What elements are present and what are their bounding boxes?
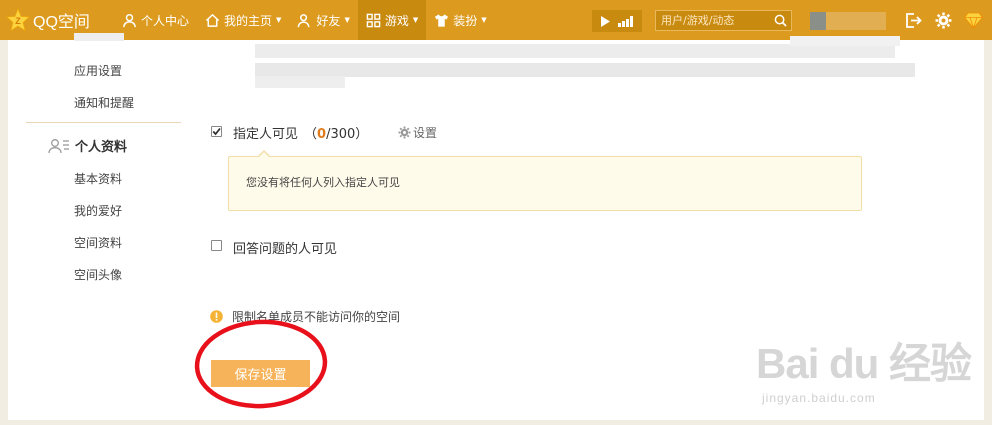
- save-settings-button[interactable]: 保存设置: [211, 360, 310, 387]
- nav-label: 我的主页: [224, 13, 273, 28]
- warning-icon: [210, 310, 223, 323]
- nav-decorate[interactable]: 装扮 ▼: [426, 0, 494, 40]
- count-value: 0: [317, 127, 327, 142]
- profile-card-icon: [48, 138, 69, 153]
- notice-arrow-inner: [259, 152, 269, 157]
- friends-icon: [298, 13, 310, 27]
- gear-icon[interactable]: [935, 12, 952, 29]
- sidebar-item-space-avatar[interactable]: 空间头像: [74, 266, 122, 283]
- blurred-text: [255, 76, 345, 88]
- nav-label: 游戏: [384, 13, 409, 28]
- nav-personal-center[interactable]: 个人中心: [114, 0, 197, 40]
- sidebar-item-space-info[interactable]: 空间资料: [74, 234, 122, 251]
- star-logo-icon: Z: [6, 8, 30, 32]
- svg-text:Z: Z: [15, 16, 21, 26]
- diamond-icon[interactable]: [964, 12, 983, 29]
- home-icon: [205, 13, 220, 27]
- nav-my-home[interactable]: 我的主页 ▼: [197, 0, 289, 40]
- settings-link-label: 设置: [413, 126, 438, 140]
- search-box: [655, 10, 792, 31]
- count-paren-open: （: [304, 127, 318, 142]
- count-paren-close: ）: [355, 127, 369, 142]
- nav-friends[interactable]: 好友 ▼: [289, 0, 357, 40]
- blurred-text: [255, 63, 915, 77]
- nav-label: 好友: [316, 13, 341, 28]
- avatar[interactable]: [810, 12, 826, 30]
- logout-icon[interactable]: [905, 12, 922, 29]
- sidebar-item-clipped[interactable]: [74, 33, 124, 41]
- nav-label: 个人中心: [141, 13, 190, 28]
- chevron-down-icon: ▼: [412, 16, 419, 24]
- sidebar-item-app-settings[interactable]: 应用设置: [74, 62, 122, 79]
- blurred-text: [255, 44, 895, 58]
- chevron-down-icon: ▼: [276, 16, 282, 24]
- shirt-icon: [435, 13, 449, 27]
- chevron-down-icon: ▼: [481, 16, 487, 24]
- username-blurred[interactable]: [826, 12, 886, 30]
- answer-question-label[interactable]: 回答问题的人可见: [233, 238, 337, 257]
- settings-link[interactable]: 设置: [398, 124, 437, 141]
- chevron-down-icon: ▼: [344, 16, 350, 24]
- search-icon[interactable]: [774, 14, 787, 27]
- sidebar-item-notifications[interactable]: 通知和提醒: [74, 94, 134, 111]
- sidebar-section-title: 个人资料: [75, 140, 128, 155]
- grid-icon: [366, 13, 381, 27]
- music-player[interactable]: [592, 10, 642, 32]
- play-icon[interactable]: [600, 15, 610, 27]
- answer-question-checkbox[interactable]: [211, 240, 222, 251]
- sidebar-section-profile: 个人资料: [48, 136, 127, 155]
- specified-people-checkbox[interactable]: [211, 126, 222, 137]
- sidebar-item-hobbies[interactable]: 我的爱好: [74, 202, 122, 219]
- specified-people-label: 指定人可见: [233, 127, 299, 142]
- signal-bars-icon: [618, 15, 633, 27]
- nav-label: 装扮: [453, 13, 478, 28]
- warning-text: 限制名单成员不能访问你的空间: [232, 310, 401, 324]
- search-input[interactable]: [661, 14, 771, 27]
- blurred-text: [790, 36, 900, 46]
- notice-text: 您没有将任何人列入指定人可见: [246, 176, 400, 189]
- nav-games[interactable]: 游戏 ▼: [357, 0, 427, 40]
- gear-icon: [398, 126, 411, 139]
- count-total: /300: [326, 127, 356, 142]
- sidebar-divider: [26, 122, 181, 123]
- blocklist-warning: 限制名单成员不能访问你的空间: [210, 308, 400, 325]
- content-panel: [8, 40, 984, 420]
- sidebar-item-basic-info[interactable]: 基本资料: [74, 170, 122, 187]
- logo-text: QQ空间: [33, 14, 90, 31]
- specified-people-option[interactable]: 指定人可见 （0/300）: [233, 123, 368, 142]
- person-icon: [123, 13, 136, 27]
- checkmark-icon: [212, 127, 221, 136]
- top-navbar: Z QQ空间 个人中心 我的主页 ▼ 好友 ▼ 游戏 ▼ 装扮 ▼: [0, 0, 992, 40]
